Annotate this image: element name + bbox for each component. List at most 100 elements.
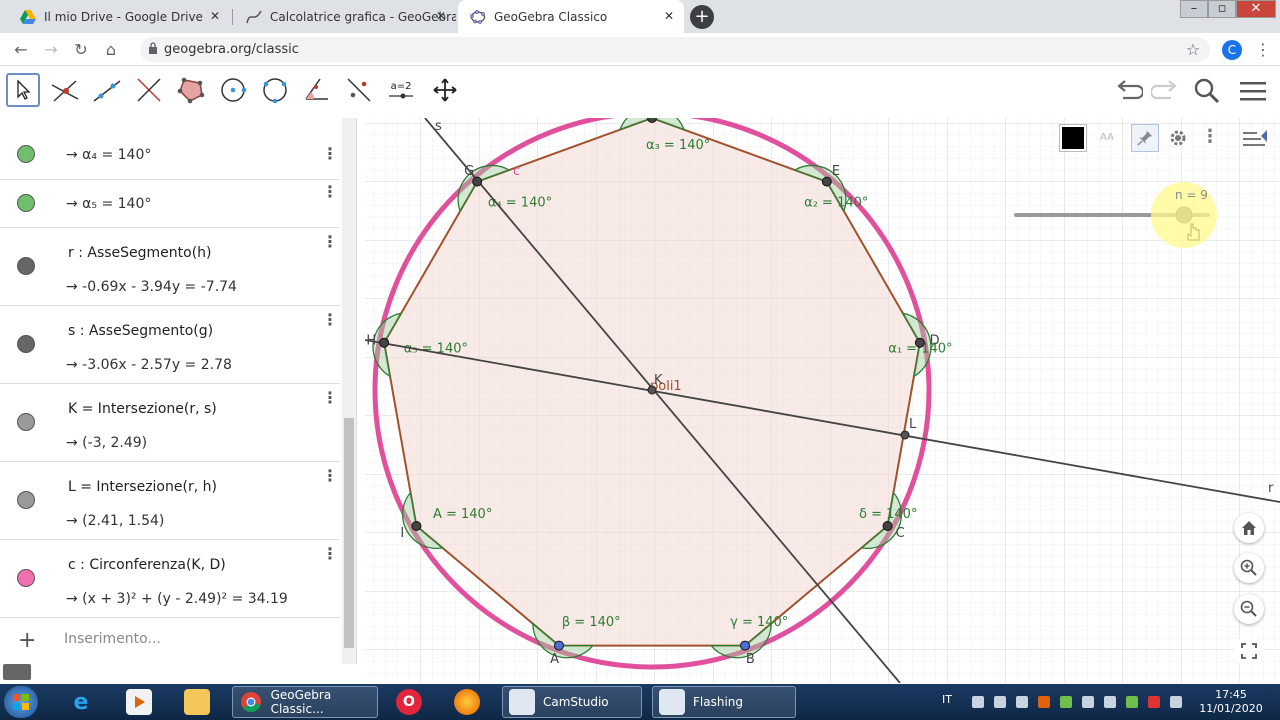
tray-icon[interactable] (1148, 696, 1160, 708)
vertex-A (553, 640, 564, 651)
zoom-out-button[interactable] (1234, 594, 1264, 624)
line-tool-icon[interactable] (90, 73, 124, 107)
taskbar-firefox[interactable] (454, 686, 488, 718)
firefox-icon (454, 689, 480, 715)
taskbar-explorer[interactable] (184, 686, 218, 718)
new-tab-button[interactable]: + (690, 5, 714, 29)
color-picker-button[interactable] (1059, 124, 1087, 152)
tray-icon[interactable] (994, 696, 1006, 708)
point-tool-icon[interactable] (48, 73, 82, 107)
circle-3points-tool-icon[interactable] (258, 73, 292, 107)
angle-tool-icon[interactable] (300, 73, 334, 107)
pin-icon[interactable] (1131, 124, 1159, 152)
toggle-stylebar-icon[interactable] (1241, 128, 1271, 150)
add-input-icon[interactable]: + (18, 628, 36, 653)
visibility-dot[interactable] (17, 569, 35, 587)
algebra-scrollbar-thumb[interactable] (344, 418, 354, 648)
clock[interactable]: 17:45 11/01/2020 (1198, 688, 1264, 716)
close-tab-icon[interactable]: ✕ (436, 9, 446, 23)
minimize-icon[interactable]: – (1180, 0, 1208, 18)
visibility-dot[interactable] (17, 194, 35, 212)
row-menu-icon[interactable]: ⋮ (322, 466, 338, 485)
language-indicator[interactable]: IT (942, 693, 952, 706)
close-tab-icon[interactable]: ✕ (210, 9, 220, 23)
label-style-icon[interactable]: AA (1093, 124, 1121, 152)
home-icon[interactable]: ⌂ (100, 39, 122, 61)
algebra-row-r[interactable]: r : AsseSegmento(h) → -0.69x - 3.94y = -… (0, 228, 340, 306)
tab-google-drive[interactable]: Il mio Drive - Google Drive ✕ (8, 0, 230, 33)
taskbar-flashing[interactable]: Flashing (652, 686, 796, 718)
taskbar-chrome[interactable]: GeoGebra Classic... (232, 686, 378, 718)
angle-label: α₂ = 140° (804, 196, 868, 211)
tab-geogebra-graphing[interactable]: Calcolatrice grafica - GeoGebra ✕ (234, 0, 456, 33)
visibility-dot[interactable] (17, 491, 35, 509)
move-tool-icon[interactable] (6, 73, 40, 107)
undo-icon[interactable] (1114, 76, 1144, 106)
taskbar-media[interactable] (126, 686, 160, 718)
bookmark-star-icon[interactable]: ☆ (1182, 39, 1204, 61)
vertex-H (379, 337, 390, 348)
algebra-row-c[interactable]: c : Circonferenza(K, D) → (x + 3)² + (y … (0, 540, 340, 618)
geogebra-icon (470, 9, 486, 25)
perpendicular-tool-icon[interactable] (132, 73, 166, 107)
tray-icon[interactable] (1170, 696, 1182, 708)
close-tab-icon[interactable]: ✕ (664, 9, 674, 23)
profile-avatar[interactable]: C (1222, 40, 1242, 60)
circle-tool-icon[interactable] (216, 73, 250, 107)
tab-geogebra-classic[interactable]: GeoGebra Classico ✕ (458, 0, 684, 33)
volume-icon[interactable] (1082, 696, 1094, 708)
taskbar-opera[interactable]: O (396, 686, 430, 718)
menu-kebab-icon[interactable]: ⋮ (1252, 39, 1274, 61)
reload-icon[interactable]: ↻ (70, 39, 92, 61)
settings-gear-icon[interactable] (1167, 127, 1189, 149)
redo-icon[interactable] (1150, 76, 1180, 106)
visibility-dot[interactable] (17, 145, 35, 163)
taskbar-ie[interactable]: e (68, 686, 102, 718)
back-icon[interactable]: ← (10, 39, 32, 61)
network-icon[interactable] (1060, 696, 1072, 708)
maximize-icon[interactable]: ▫ (1208, 0, 1236, 18)
row-menu-icon[interactable]: ⋮ (322, 232, 338, 251)
media-player-icon (126, 689, 152, 715)
search-icon[interactable] (1192, 76, 1222, 106)
fullscreen-button[interactable] (1234, 636, 1264, 666)
algebra-row-alpha5[interactable]: → α₅ = 140° ⋮ (0, 180, 340, 228)
vertex-label-D: D (930, 333, 940, 348)
row-menu-icon[interactable]: ⋮ (322, 544, 338, 563)
forward-icon[interactable]: → (40, 39, 62, 61)
visibility-dot[interactable] (17, 257, 35, 275)
main-menu-icon[interactable] (1238, 76, 1268, 106)
start-button[interactable] (4, 686, 46, 718)
graphics-canvas[interactable]: β = 140° γ = 140°δ = 140°α₁ = 140°α₂ = 14… (365, 118, 1280, 683)
reflect-tool-icon[interactable] (342, 73, 376, 107)
visibility-dot[interactable] (17, 335, 35, 353)
tray-icon[interactable] (1038, 696, 1050, 708)
row-menu-icon[interactable]: ⋮ (322, 388, 338, 407)
address-bar: ← → ↻ ⌂ geogebra.org/classic ☆ ⋮ (0, 33, 1280, 66)
row-menu-icon[interactable]: ⋮ (322, 144, 338, 163)
row-menu-icon[interactable]: ⋮ (322, 182, 338, 201)
row-menu-icon[interactable]: ⋮ (322, 310, 338, 329)
tray-icon[interactable] (1126, 696, 1138, 708)
tab-label: Il mio Drive - Google Drive (44, 9, 203, 24)
algebra-row-K[interactable]: K = Intersezione(r, s) → (-3, 2.49) ⋮ (0, 384, 340, 462)
move-graphics-tool-icon[interactable] (428, 73, 462, 107)
tray-icon[interactable] (972, 696, 984, 708)
tray-icon[interactable] (1104, 696, 1116, 708)
algebra-input-field[interactable]: Inserimento... (64, 631, 161, 647)
algebra-row-alpha4[interactable]: → α₄ = 140° ⋮ (0, 130, 340, 180)
taskbar-camstudio[interactable]: CamStudio (502, 686, 642, 718)
visibility-dot[interactable] (17, 413, 35, 431)
slider-tool-icon[interactable]: a=2 (384, 73, 418, 107)
keyboard-icon[interactable] (3, 664, 31, 680)
zoom-in-button[interactable] (1234, 553, 1264, 583)
tray-icon[interactable] (1016, 696, 1028, 708)
algebra-row-s[interactable]: s : AsseSegmento(g) → -3.06x - 2.57y = 2… (0, 306, 340, 384)
algebra-row-L[interactable]: L = Intersezione(r, h) → (2.41, 1.54) ⋮ (0, 462, 340, 540)
home-view-button[interactable] (1234, 513, 1264, 543)
graphics-view[interactable]: β = 140° γ = 140° δ = 140° α₁ = 140° α₂ = 14… (365, 118, 1280, 683)
more-options-icon[interactable]: ⋮ (1201, 126, 1219, 147)
close-window-icon[interactable]: ✕ (1236, 0, 1276, 18)
url-field[interactable]: geogebra.org/classic (140, 37, 1210, 62)
polygon-tool-icon[interactable] (174, 73, 208, 107)
